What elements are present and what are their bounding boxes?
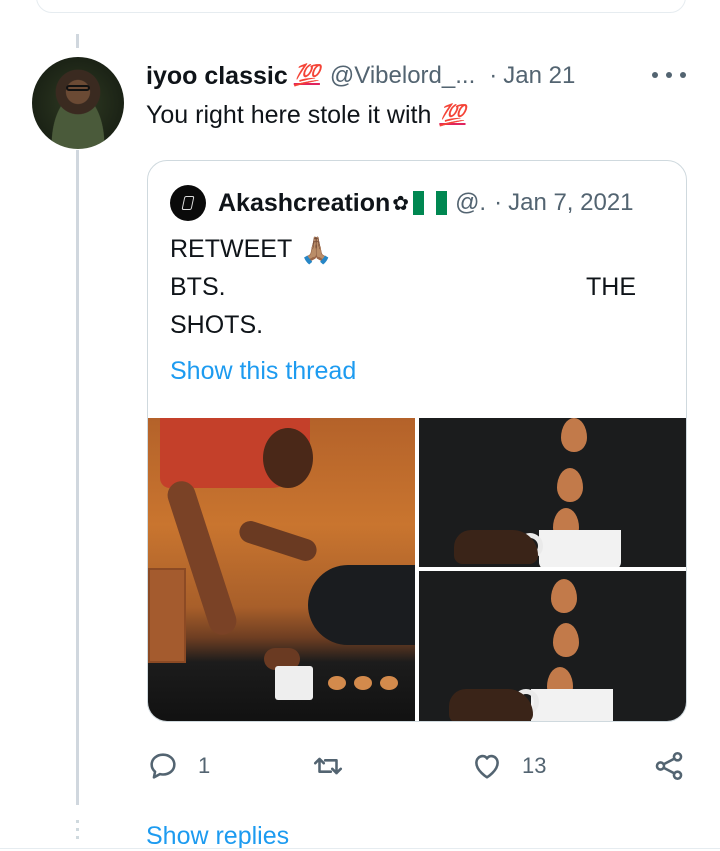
quoted-display-name: Akashcreation <box>218 188 391 217</box>
hundred-emoji: 💯 <box>439 103 466 127</box>
quoted-avatar <box>170 185 206 221</box>
timestamp[interactable]: Jan 21 <box>503 62 575 90</box>
thread-dots <box>76 820 79 844</box>
reply-button[interactable]: 1 <box>146 746 210 786</box>
reply-count: 1 <box>198 753 211 778</box>
retweet-button[interactable] <box>311 746 363 786</box>
thread-line-top <box>76 34 79 48</box>
retweet-icon <box>313 757 343 775</box>
user-handle[interactable]: @Vibelord_... <box>330 62 475 90</box>
praying-hands-icon: 🙏🏽 <box>300 234 333 265</box>
photo-eggs-falling-top[interactable] <box>419 418 686 567</box>
quoted-timestamp: Jan 7, 2021 <box>508 189 634 216</box>
quoted-tweet[interactable]: Akashcreation ✿ @. · Jan 7, 2021 RETWEET… <box>147 160 687 722</box>
reply-icon <box>150 753 176 779</box>
heart-icon <box>475 754 499 779</box>
tweet-text-body: You right here stole it with <box>146 101 432 129</box>
photo-behind-the-scenes[interactable] <box>148 418 415 721</box>
show-replies-link[interactable]: Show replies <box>146 822 289 851</box>
like-button[interactable]: 13 <box>470 746 546 786</box>
nigeria-flag-icon <box>413 191 448 215</box>
display-name[interactable]: iyoo classic <box>146 62 288 91</box>
quoted-text-the: THE <box>586 273 636 301</box>
quoted-handle: @. <box>455 189 487 216</box>
show-this-thread-link[interactable]: Show this thread <box>170 357 356 386</box>
quoted-text-shots: SHOTS. <box>170 311 264 339</box>
avatar[interactable] <box>32 57 124 149</box>
divider <box>0 848 720 849</box>
previous-tweet-card <box>36 0 686 13</box>
more-icon[interactable] <box>652 64 686 86</box>
quoted-text-line: RETWEET 🙏🏽 <box>170 235 333 264</box>
thread-line <box>76 150 79 805</box>
share-button[interactable] <box>652 746 686 786</box>
quoted-text-bts: BTS. <box>170 273 226 301</box>
tweet-header: iyoo classic 💯 @Vibelord_... · Jan 21 <box>146 60 575 92</box>
media-grid <box>148 418 686 721</box>
share-icon <box>655 751 683 781</box>
tweet-actions: 1 13 <box>146 746 691 786</box>
flower-icon: ✿ <box>392 192 410 215</box>
separator-dot: · <box>494 189 503 216</box>
hundred-emoji: 💯 <box>293 64 320 87</box>
avatar-glasses <box>66 85 90 91</box>
photo-eggs-falling-bottom[interactable] <box>419 571 686 721</box>
like-count: 13 <box>522 753 547 778</box>
quoted-text-retweet: RETWEET <box>170 235 293 263</box>
separator-dot: · <box>489 62 498 89</box>
quoted-tweet-header: Akashcreation ✿ @. · Jan 7, 2021 <box>170 185 634 221</box>
tweet-text: You right here stole it with 💯 <box>146 101 466 130</box>
